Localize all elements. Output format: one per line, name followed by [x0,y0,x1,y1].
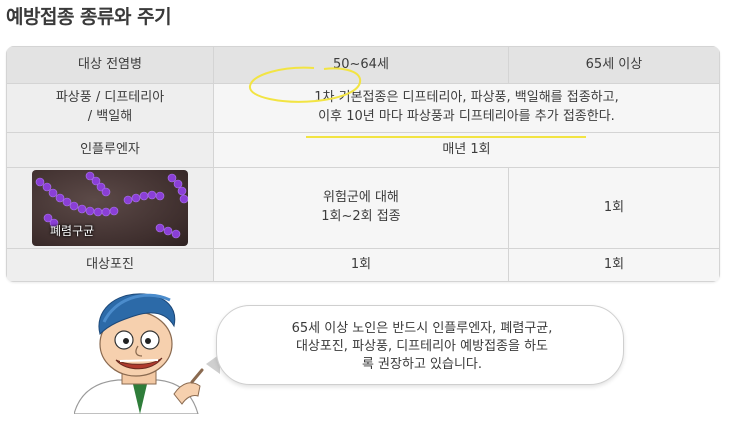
cell-pneumococcus-50-64: 위험군에 대해 1회~2회 접종 [213,167,509,249]
row-label-shingles: 대상포진 [6,248,214,282]
pneumococcus-bacteria-image: 폐렴구균 [32,170,188,246]
row-label-pneumococcus: 폐렴구균 [6,167,214,249]
table-row: 폐렴구균 위험군에 대해 1회~2회 접종 1회 [6,167,720,249]
header-disease: 대상 전염병 [6,46,214,84]
header-age-65-plus: 65세 이상 [507,46,720,84]
row-label-influenza: 인플루엔자 [6,132,214,168]
handdrawn-circle-highlight [249,66,362,103]
row-label-tetanus-diphtheria: 파상풍 / 디프테리아 / 백일해 [6,83,214,133]
cell-shingles-65-plus: 1회 [507,248,720,282]
cell-pneumococcus-65-plus: 1회 [507,167,720,249]
cell-shingles-50-64: 1회 [213,248,509,282]
doctor-character-illustration [74,293,204,414]
pneumococcus-caption: 폐렴구균 [50,223,95,238]
table-row: 대상포진 1회 1회 [6,248,720,282]
page-title: 예방접종 종류와 주기 [6,6,172,28]
speech-bubble-text: 65세 이상 노인은 반드시 인플루엔자, 폐렴구균, 대상포진, 파상풍, 디… [291,321,553,372]
underline-highlight [306,136,586,138]
